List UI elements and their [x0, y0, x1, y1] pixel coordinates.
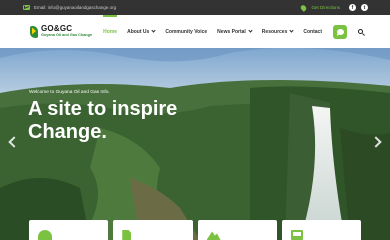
hero-headline: A site to inspire Change. — [28, 98, 178, 143]
top-bar: Email: info@guyanaoilandgaschange.org Ge… — [0, 0, 390, 15]
search-button[interactable] — [353, 25, 367, 39]
nav-item-contact[interactable]: Contact — [298, 15, 327, 48]
chevron-down-icon — [289, 28, 294, 33]
hero-slider: Welcome to Guyana Oil and Gas Info. A si… — [0, 48, 390, 240]
card-icon-2 — [122, 230, 132, 240]
brand-name: GO&GC — [41, 24, 73, 34]
nav-item-community-voice[interactable]: Community Voice — [160, 15, 212, 48]
feature-card[interactable] — [281, 220, 361, 240]
feature-card[interactable] — [197, 220, 277, 240]
main-navbar: GO&GC Guyana Oil and Gas Change Home Abo… — [0, 15, 390, 48]
site-logo[interactable]: GO&GC Guyana Oil and Gas Change — [29, 25, 92, 39]
chevron-down-icon — [151, 28, 156, 33]
nav-item-home[interactable]: Home — [98, 15, 122, 48]
nav-item-resources[interactable]: Resources — [257, 15, 299, 48]
brand-subtitle: Guyana Oil and Gas Change — [41, 33, 93, 38]
hero-eyebrow: Welcome to Guyana Oil and Gas Info. — [29, 90, 110, 95]
card-icon-1 — [38, 230, 52, 240]
card-icon-4 — [290, 230, 303, 240]
search-icon — [357, 29, 363, 34]
email-link[interactable]: Email: info@guyanaoilandgaschange.org — [23, 5, 116, 10]
mail-icon — [23, 5, 30, 10]
nav-item-news-portal[interactable]: News Portal — [212, 15, 257, 48]
card-icon-3 — [206, 231, 221, 240]
nav-item-about-us[interactable]: About Us — [122, 15, 160, 48]
chat-bubble-icon — [336, 28, 344, 35]
directions-link[interactable]: Get Directions — [311, 5, 340, 10]
primary-nav: Home About Us Community Voice News Porta… — [98, 15, 367, 48]
chevron-down-icon — [248, 28, 253, 33]
feature-card[interactable] — [29, 220, 109, 240]
feature-cards — [29, 220, 361, 240]
chat-button[interactable] — [333, 24, 347, 39]
email-text: Email: info@guyanaoilandgaschange.org — [34, 5, 117, 10]
feature-card[interactable] — [113, 220, 193, 240]
twitter-icon[interactable]: t — [361, 4, 368, 11]
facebook-icon[interactable]: f — [349, 4, 356, 11]
map-pin-icon — [300, 3, 308, 12]
logo-icon — [29, 25, 39, 39]
hero-background-image — [0, 48, 390, 240]
